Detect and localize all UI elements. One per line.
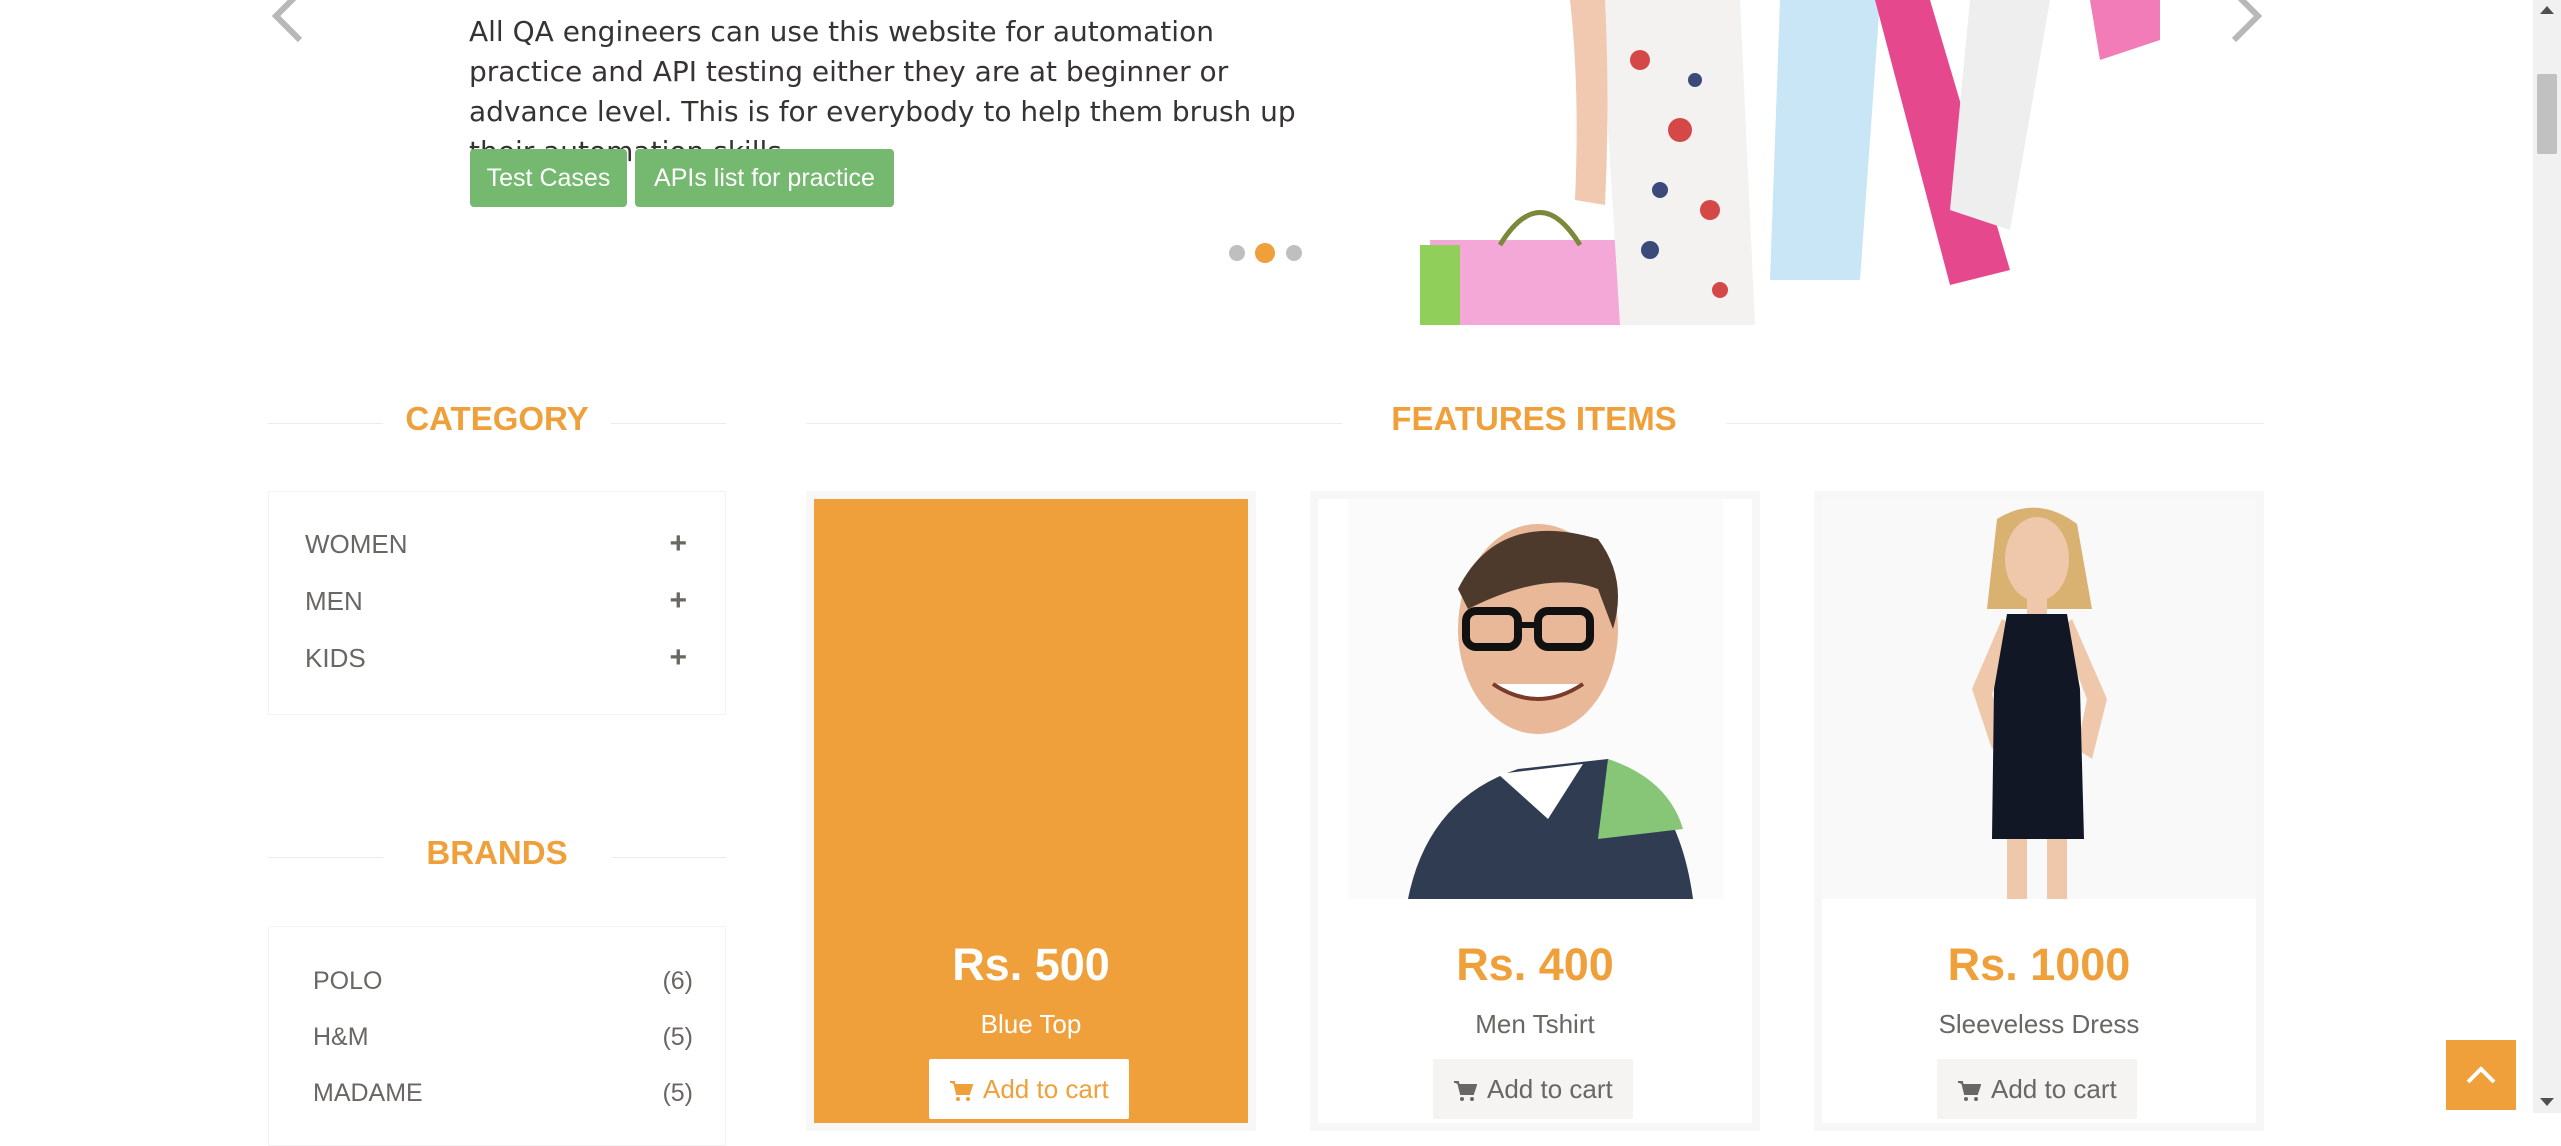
test-cases-button[interactable]: Test Cases bbox=[470, 149, 627, 207]
page-scrollbar[interactable] bbox=[2533, 0, 2561, 1113]
cart-icon bbox=[950, 1081, 973, 1102]
scrollbar-thumb[interactable] bbox=[2537, 74, 2557, 154]
scroll-up-arrow-icon[interactable] bbox=[2538, 4, 2556, 16]
brand-label: MADAME bbox=[313, 1079, 423, 1107]
plus-icon[interactable]: + bbox=[669, 524, 687, 564]
plus-icon[interactable]: + bbox=[669, 581, 687, 621]
product-name: Blue Top bbox=[980, 1009, 1082, 1039]
brands-panel: POLO (6) H&M (5) MADAME (5) bbox=[268, 926, 726, 1146]
brands-title: BRANDS bbox=[426, 834, 568, 871]
product-card-blue-top[interactable]: Rs. 500 Blue Top Add to cart bbox=[806, 491, 1256, 1131]
features-title: FEATURES ITEMS bbox=[1391, 400, 1677, 437]
slider-description: All QA engineers can use this website fo… bbox=[469, 15, 1296, 168]
brand-label: H&M bbox=[313, 1023, 369, 1051]
product-hover-overlay: Rs. 500 Blue Top Add to cart bbox=[814, 499, 1248, 1123]
category-item-label: WOMEN bbox=[305, 529, 408, 559]
brands-title-line-left bbox=[268, 857, 383, 858]
brand-item-madame[interactable]: MADAME (5) bbox=[313, 1073, 693, 1113]
product-price: Rs. 1000 bbox=[1947, 939, 2131, 990]
category-item-men[interactable]: MEN + bbox=[305, 581, 695, 621]
product-price: Rs. 400 bbox=[1456, 939, 1614, 990]
carousel-indicator-1[interactable] bbox=[1229, 245, 1245, 261]
carousel-prev-icon[interactable] bbox=[262, 0, 314, 48]
men-tshirt-product-image bbox=[1348, 499, 1723, 899]
product-card-sleeveless-dress[interactable]: Rs. 1000 Sleeveless Dress Add to cart bbox=[1814, 491, 2264, 1131]
scroll-down-arrow-icon[interactable] bbox=[2538, 1096, 2556, 1108]
add-to-cart-button[interactable]: Add to cart bbox=[1937, 1059, 2137, 1119]
add-to-cart-label: Add to cart bbox=[983, 1074, 1109, 1104]
carousel-indicator-2[interactable] bbox=[1255, 243, 1275, 263]
features-title-line-right bbox=[1726, 423, 2264, 424]
features-title-line-left bbox=[806, 423, 1342, 424]
carousel-indicator-3[interactable] bbox=[1286, 245, 1302, 261]
plus-icon[interactable]: + bbox=[669, 638, 687, 678]
cart-icon bbox=[1454, 1081, 1477, 1102]
brand-label: POLO bbox=[313, 967, 383, 995]
brand-count: (5) bbox=[662, 1023, 693, 1051]
brands-title-line-right bbox=[611, 857, 726, 858]
cart-icon bbox=[1958, 1081, 1981, 1102]
product-card-men-tshirt[interactable]: Rs. 400 Men Tshirt Add to cart bbox=[1310, 491, 1760, 1131]
category-title-line-left bbox=[268, 423, 383, 424]
product-price: Rs. 500 bbox=[952, 939, 1110, 990]
category-title: CATEGORY bbox=[405, 400, 589, 437]
add-to-cart-label: Add to cart bbox=[1487, 1074, 1613, 1104]
product-name: Men Tshirt bbox=[1475, 1009, 1595, 1039]
brand-count: (6) bbox=[662, 967, 693, 995]
brand-item-polo[interactable]: POLO (6) bbox=[313, 961, 693, 1001]
chevron-up-icon bbox=[2466, 1066, 2496, 1084]
add-to-cart-label: Add to cart bbox=[1991, 1074, 2117, 1104]
category-item-kids[interactable]: KIDS + bbox=[305, 638, 695, 678]
category-item-women[interactable]: WOMEN + bbox=[305, 524, 695, 564]
hero-shopping-image bbox=[1420, 0, 2160, 325]
brand-count: (5) bbox=[662, 1079, 693, 1107]
brand-item-hm[interactable]: H&M (5) bbox=[313, 1017, 693, 1057]
apis-list-button[interactable]: APIs list for practice bbox=[635, 149, 894, 207]
category-item-label: MEN bbox=[305, 586, 363, 616]
category-title-line-right bbox=[611, 423, 726, 424]
product-name: Sleeveless Dress bbox=[1938, 1009, 2140, 1039]
add-to-cart-button[interactable]: Add to cart bbox=[1433, 1059, 1633, 1119]
sleeveless-dress-product-image bbox=[1822, 499, 2256, 899]
category-item-label: KIDS bbox=[305, 643, 366, 673]
scroll-to-top-button[interactable] bbox=[2446, 1040, 2516, 1110]
carousel-next-icon[interactable] bbox=[2220, 0, 2272, 48]
category-panel: WOMEN + MEN + KIDS + bbox=[268, 491, 726, 715]
add-to-cart-button[interactable]: Add to cart bbox=[929, 1059, 1129, 1119]
